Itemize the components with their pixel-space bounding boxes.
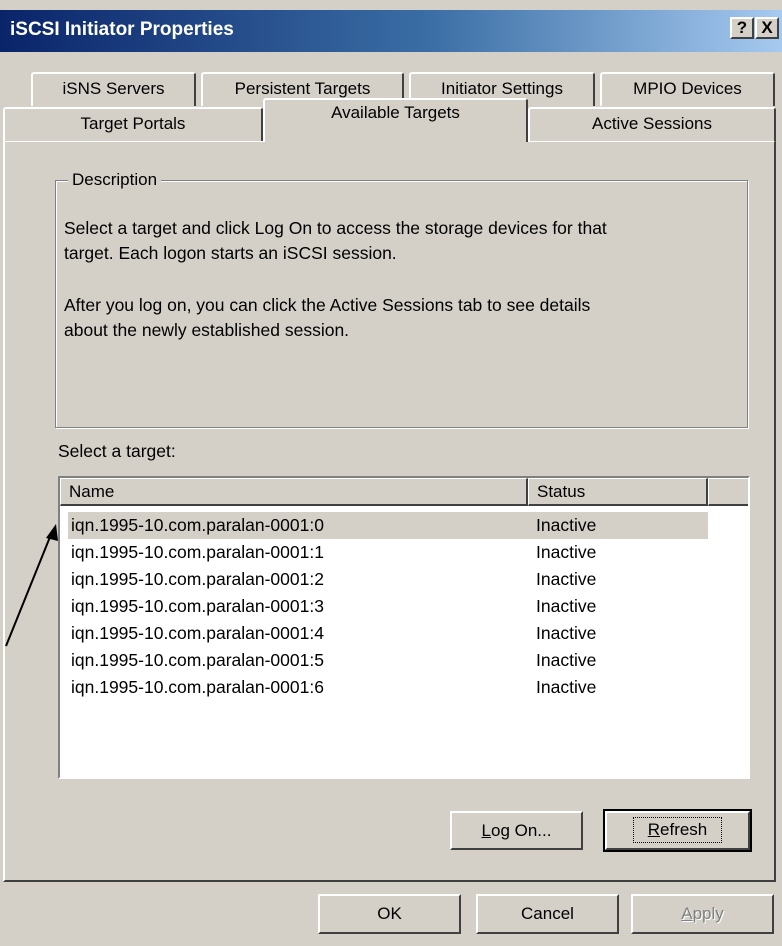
- target-name: iqn.1995-10.com.paralan-0001:1: [71, 542, 324, 562]
- description-line: After you log on, you can click the Acti…: [64, 295, 591, 315]
- target-name: iqn.1995-10.com.paralan-0001:3: [71, 596, 324, 616]
- apply-button[interactable]: Apply: [631, 894, 774, 934]
- refresh-button[interactable]: Refresh: [605, 811, 750, 850]
- target-status: Inactive: [536, 623, 597, 643]
- target-status: Inactive: [536, 650, 597, 670]
- ok-button[interactable]: OK: [318, 894, 461, 934]
- target-listview[interactable]: Name Status iqn.1995-10.com.paralan-0001…: [58, 476, 750, 779]
- target-row[interactable]: iqn.1995-10.com.paralan-0001:4 Inactive: [68, 620, 708, 647]
- refresh-accel: R: [647, 820, 661, 839]
- cancel-button[interactable]: Cancel: [476, 894, 619, 934]
- target-row[interactable]: iqn.1995-10.com.paralan-0001:1 Inactive: [68, 539, 708, 566]
- target-name: iqn.1995-10.com.paralan-0001:0: [71, 515, 324, 535]
- target-row[interactable]: iqn.1995-10.com.paralan-0001:0 Inactive: [68, 512, 708, 539]
- tab-available-targets[interactable]: Available Targets: [263, 98, 528, 142]
- apply-label: pply: [692, 904, 724, 923]
- target-name: iqn.1995-10.com.paralan-0001:6: [71, 677, 324, 697]
- description-line: about the newly established session.: [64, 320, 350, 340]
- column-header-status[interactable]: Status: [528, 478, 708, 506]
- target-status: Inactive: [536, 596, 597, 616]
- column-header-name[interactable]: Name: [60, 478, 528, 506]
- description-line: target. Each logon starts an iSCSI sessi…: [64, 243, 397, 263]
- target-status: Inactive: [536, 569, 597, 589]
- target-name: iqn.1995-10.com.paralan-0001:2: [71, 569, 324, 589]
- column-header-filler: [708, 478, 748, 506]
- help-button[interactable]: ?: [730, 17, 754, 39]
- target-status: Inactive: [536, 542, 597, 562]
- target-status: Inactive: [536, 515, 597, 535]
- logon-accel: L: [481, 821, 491, 840]
- tab-target-portals[interactable]: Target Portals: [3, 107, 263, 141]
- target-row[interactable]: iqn.1995-10.com.paralan-0001:5 Inactive: [68, 647, 708, 674]
- arrow-pointer-icon: [5, 524, 58, 647]
- target-row[interactable]: iqn.1995-10.com.paralan-0001:6 Inactive: [68, 674, 708, 701]
- select-target-label: Select a target:: [58, 441, 176, 461]
- target-status: Inactive: [536, 677, 597, 697]
- description-legend: Description: [68, 170, 162, 190]
- log-on-button[interactable]: Log On...: [450, 811, 583, 850]
- tab-active-sessions[interactable]: Active Sessions: [528, 107, 776, 141]
- target-name: iqn.1995-10.com.paralan-0001:5: [71, 650, 324, 670]
- logon-label: og On...: [490, 821, 552, 840]
- close-button[interactable]: X: [755, 17, 779, 39]
- target-row[interactable]: iqn.1995-10.com.paralan-0001:2 Inactive: [68, 566, 708, 593]
- refresh-focus: Refresh: [632, 817, 723, 843]
- description-line: Select a target and click Log On to acce…: [64, 218, 607, 238]
- refresh-label: efresh: [660, 820, 708, 839]
- target-rows: iqn.1995-10.com.paralan-0001:0 Inactive …: [68, 512, 708, 701]
- apply-accel: A: [681, 904, 693, 923]
- window-title: iSCSI Initiator Properties: [10, 19, 234, 40]
- target-name: iqn.1995-10.com.paralan-0001:4: [71, 623, 324, 643]
- target-row[interactable]: iqn.1995-10.com.paralan-0001:3 Inactive: [68, 593, 708, 620]
- tab-mpio-devices[interactable]: MPIO Devices: [600, 72, 775, 106]
- tab-isns-servers[interactable]: iSNS Servers: [31, 72, 196, 106]
